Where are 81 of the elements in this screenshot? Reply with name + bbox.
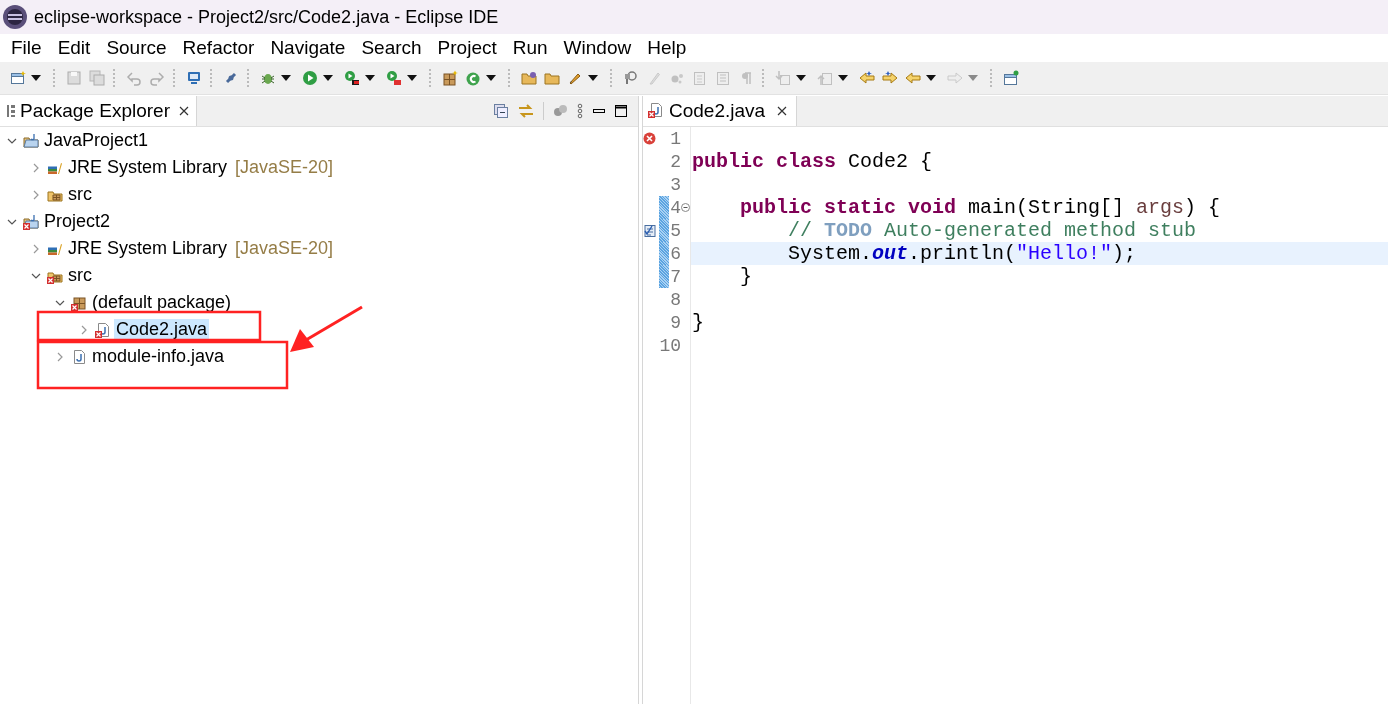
close-icon [177,104,190,117]
menu-item[interactable]: Navigate [262,37,354,59]
menu-item[interactable]: Refactor [174,37,263,59]
menu-item[interactable]: Edit [49,37,99,59]
tree-item[interactable]: src [66,265,94,286]
line-number: 1 [669,128,682,149]
monitor-icon [185,70,202,86]
document-icon [714,70,731,86]
caret-icon [280,74,292,82]
tree-icon [6,104,16,118]
menu-item[interactable]: Run [504,37,556,59]
collapse-all-icon [493,103,509,119]
code-line: System.out.println("Hello!"); [787,242,1137,265]
line-number: 4 [669,197,681,218]
up-document-icon [816,70,833,86]
undo-icon [125,70,142,86]
down-document-icon [774,70,791,86]
line-number: 6 [669,243,682,264]
code-line: public static void main(String[] args) { [739,196,1221,219]
maximize-icon [614,104,628,118]
tree-item[interactable]: src [66,184,94,205]
pinned-window-icon [1002,70,1019,86]
menu-item[interactable]: Window [555,37,640,59]
tree-item[interactable]: Code2.java [114,319,210,340]
caret-icon [925,74,937,82]
tree-item[interactable]: Project2 [42,211,113,232]
folder-icon [543,70,560,86]
code-line: } [692,311,704,334]
tree-item[interactable]: JavaProject1 [42,130,151,151]
new-window-icon [9,70,26,86]
line-number: 10 [658,335,682,356]
document-icon [691,70,708,86]
editor-tab[interactable]: Code2.java [643,96,798,126]
line-number: 3 [669,174,682,195]
new-class-icon [464,70,481,86]
tree-item[interactable]: module-info.java [90,346,227,367]
line-number: 7 [669,266,682,287]
caret-icon [587,74,599,82]
run-tool-icon [385,70,402,86]
package-icon [441,70,458,86]
folder-icon [520,70,537,86]
code-line: public class Code2 { [692,150,933,173]
tree-item[interactable]: JRE System Library [66,157,230,178]
menu-item[interactable]: Project [429,37,505,59]
line-number: 9 [669,312,682,333]
menu-item[interactable]: Source [98,37,175,59]
right-arrow-icon [946,70,963,86]
caret-icon [967,74,979,82]
left-arrow-icon [858,70,875,86]
caret-icon [30,74,42,82]
caret-icon [485,74,497,82]
redo-icon [148,70,165,86]
disks-icon [88,70,105,86]
code-line: // TODO Auto-generated method stub [787,219,1197,242]
line-number: 8 [669,289,682,310]
package-explorer-tab[interactable]: Package Explorer [0,96,197,126]
code-line: } [739,265,752,288]
menu-item[interactable]: Search [353,37,430,59]
line-number: 5 [669,220,682,241]
caret-icon [795,74,807,82]
close-icon [776,105,789,117]
caret-icon [406,74,418,82]
left-arrow-icon [904,70,921,86]
app-icon [2,4,28,30]
view-menu-icon [576,103,584,119]
menu-item[interactable]: Help [639,37,695,59]
tree-item-qualifier: [JavaSE-20] [235,157,334,178]
menu-item[interactable]: File [3,37,50,59]
play-icon [301,70,318,86]
tree-item[interactable]: (default package) [90,292,234,313]
tree-item-qualifier: [JavaSE-20] [235,238,334,259]
line-number: 2 [669,151,682,172]
caret-icon [364,74,376,82]
tree-item[interactable]: JRE System Library [66,238,230,259]
run-coverage-icon [343,70,360,86]
link-icon [517,103,535,119]
filter-icon [552,103,568,119]
window-title: eclipse-workspace - Project2/src/Code2.java - Eclipse IDE [34,6,499,28]
caret-icon [837,74,849,82]
right-arrow-icon [881,70,898,86]
caret-icon [322,74,334,82]
